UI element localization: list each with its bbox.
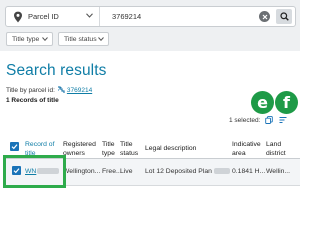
select-all-checkbox[interactable]: [10, 142, 19, 151]
column-header-area[interactable]: Indicative area: [232, 141, 262, 158]
search-input[interactable]: [112, 10, 252, 23]
legal-text: Lot 12 Deposited Plan: [145, 168, 212, 175]
district-cell: Wellin...: [266, 168, 291, 175]
filter-label: Title status: [64, 35, 97, 43]
f-badge[interactable]: f: [275, 91, 298, 114]
legal-cell: Lot 12 Deposited Plan: [145, 168, 230, 175]
search-panel: Parcel ID Title type Title status: [0, 0, 300, 51]
search-button[interactable]: [276, 9, 292, 24]
checkmark-icon: [11, 144, 18, 150]
selected-count: 1 selected:: [229, 116, 261, 124]
column-header-legal[interactable]: Legal description: [145, 145, 225, 154]
status-cell: Live: [120, 168, 133, 175]
owners-cell: Wellington...: [63, 168, 101, 175]
chevron-down-icon: [42, 37, 48, 41]
e-badge[interactable]: e: [251, 91, 274, 114]
selection-toolbar: 1 selected:: [229, 116, 287, 124]
title-status-filter[interactable]: Title status: [58, 32, 109, 46]
search-box: Parcel ID: [5, 6, 296, 27]
area-cell: 0.1841 H...: [232, 168, 266, 175]
clear-search-button[interactable]: [259, 11, 270, 22]
column-header-district[interactable]: Land district: [266, 141, 298, 158]
search-type-dropdown[interactable]: Parcel ID: [6, 7, 100, 26]
search-icon: [279, 12, 289, 21]
record-count: 1 Records of title: [6, 97, 59, 104]
map-pin-icon: [14, 11, 22, 22]
summary-prefix: Title by parcel id:: [6, 86, 55, 94]
copy-icon[interactable]: [265, 116, 274, 124]
column-header-owners[interactable]: Registered owners: [63, 141, 101, 158]
filter-label: Title type: [12, 35, 40, 43]
chevron-down-icon: [98, 37, 104, 41]
redacted-block: [213, 168, 230, 175]
list-menu-icon[interactable]: [279, 116, 287, 124]
chevron-down-icon: [86, 13, 93, 18]
column-header-type[interactable]: Title type: [102, 141, 119, 158]
page-title: Search results: [6, 62, 107, 79]
search-type-label: Parcel ID: [28, 12, 59, 21]
close-icon: [262, 14, 267, 19]
parcel-id-link[interactable]: 3769214: [67, 87, 92, 94]
parcel-icon: [57, 86, 65, 93]
highlight-box: [3, 155, 66, 188]
type-cell: Free...: [102, 168, 122, 175]
title-type-filter[interactable]: Title type: [6, 32, 53, 46]
column-header-status[interactable]: Title status: [120, 141, 142, 158]
search-summary: Title by parcel id: 3769214: [6, 86, 92, 94]
